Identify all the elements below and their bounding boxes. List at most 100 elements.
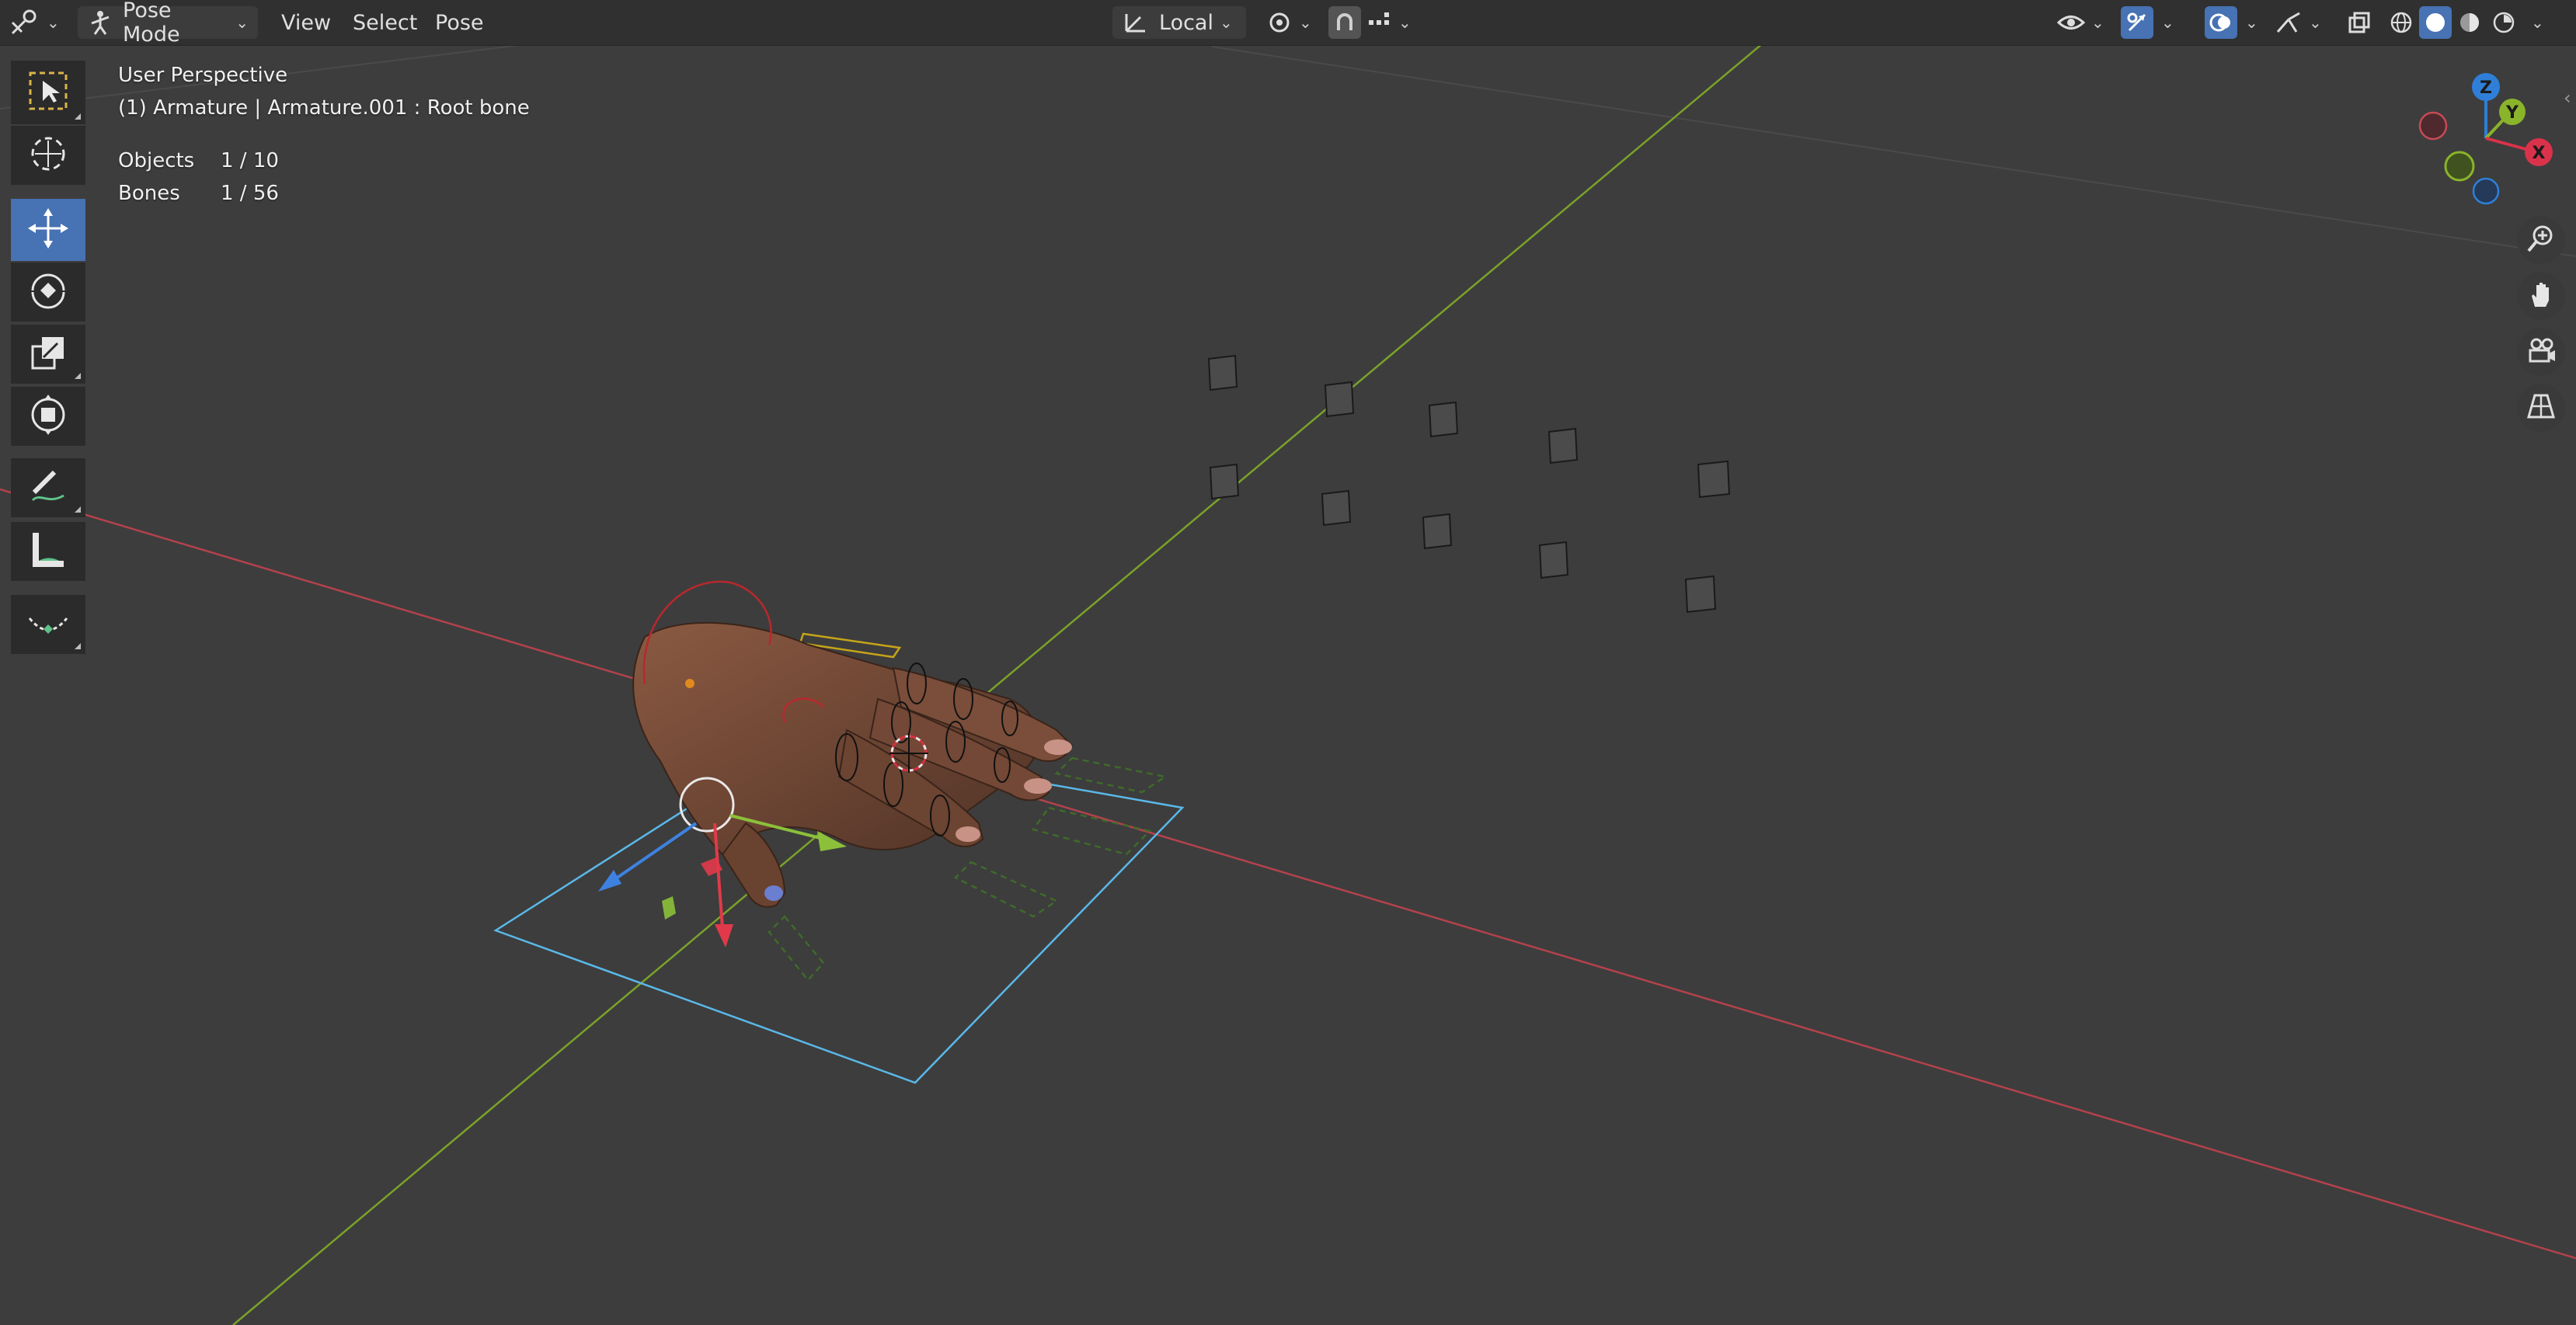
scene-canvas[interactable] xyxy=(0,0,2576,1325)
gizmo-toggle[interactable] xyxy=(2121,6,2153,39)
zoom-button[interactable] xyxy=(2517,216,2565,264)
perspective-toggle-button[interactable] xyxy=(2517,384,2565,432)
chevron-down-icon: ⌄ xyxy=(235,13,249,32)
empty-object xyxy=(1209,463,1240,500)
empty-object xyxy=(1547,427,1579,464)
gizmo-neg-y[interactable] xyxy=(2444,151,2475,182)
objects-stat-label: Objects xyxy=(118,149,195,172)
pan-button[interactable] xyxy=(2517,272,2565,320)
pose-mode-icon xyxy=(87,9,113,36)
empty-object xyxy=(1538,541,1569,579)
empty-object xyxy=(1422,513,1453,550)
zoom-icon xyxy=(2526,223,2557,257)
empty-object xyxy=(1321,489,1352,527)
material-shading-icon xyxy=(2457,10,2482,35)
xray-toggle-icon xyxy=(2347,10,2372,35)
menu-pose[interactable]: Pose xyxy=(426,6,493,39)
snap-increment-icon xyxy=(1366,11,1392,34)
shading-material[interactable] xyxy=(2453,6,2486,39)
bone-overlay-icon xyxy=(2275,10,2303,35)
snap-toggle[interactable] xyxy=(1328,6,1361,39)
menu-view[interactable]: View xyxy=(272,6,340,39)
shading-wireframe[interactable] xyxy=(2385,6,2418,39)
cursor-tool-icon xyxy=(27,133,69,178)
chevron-down-icon: ⌄ xyxy=(2309,13,2322,32)
empty-object xyxy=(1207,354,1238,391)
gizmo-toggle-icon xyxy=(2125,10,2150,35)
chevron-down-icon: ⌄ xyxy=(47,13,60,32)
x-axis-line xyxy=(0,488,2576,1260)
view-name-label: User Perspective xyxy=(118,64,288,87)
shading-dropdown[interactable]: ⌄ xyxy=(2525,6,2548,39)
chevron-down-icon: ⌄ xyxy=(2531,13,2544,32)
tool-cursor[interactable] xyxy=(11,126,85,185)
annotate-tool-icon xyxy=(26,464,70,511)
gizmo-x-label: X xyxy=(2532,144,2546,163)
tool-measure[interactable] xyxy=(11,522,85,581)
fingernail xyxy=(956,826,980,842)
solid-shading-icon xyxy=(2423,10,2448,35)
pivot-point-icon xyxy=(1266,9,1293,36)
tool-rotate[interactable] xyxy=(11,263,85,322)
viewport-header: ⌄ Pose Mode ⌄ View Select Pose Local ⌄ ⌄ xyxy=(0,0,2576,47)
tool-scale[interactable] xyxy=(11,325,85,384)
tool-relax-pose[interactable] xyxy=(11,595,85,654)
sidebar-toggle[interactable]: ‹ xyxy=(2564,87,2576,118)
fingernail xyxy=(764,885,783,901)
fingernail xyxy=(1024,778,1052,794)
empty-object xyxy=(1684,575,1717,614)
3d-viewport[interactable]: ⌄ Pose Mode ⌄ View Select Pose Local ⌄ ⌄ xyxy=(0,0,2576,1325)
transform-orientation-selector[interactable]: Local ⌄ xyxy=(1112,6,1246,39)
rendered-shading-icon xyxy=(2491,10,2516,35)
chevron-down-icon: ⌄ xyxy=(2245,13,2258,32)
shading-solid[interactable] xyxy=(2419,6,2452,39)
chevron-down-icon: ⌄ xyxy=(1299,13,1312,32)
shading-rendered[interactable] xyxy=(2487,6,2520,39)
gizmo-neg-x[interactable] xyxy=(2418,111,2448,141)
selectability-visibility-button[interactable]: ⌄ xyxy=(2057,6,2107,39)
chevron-down-icon: ⌄ xyxy=(1398,13,1412,32)
editor-type-button[interactable]: ⌄ xyxy=(9,6,65,39)
orientation-label: Local xyxy=(1159,10,1213,35)
select-box-tool-icon xyxy=(27,70,69,115)
navigation-gizmo[interactable]: Z Y X xyxy=(2408,61,2564,216)
gizmo-neg-z[interactable] xyxy=(2472,177,2500,205)
eye-visibility-icon xyxy=(2057,11,2085,34)
empty-object xyxy=(1324,381,1355,418)
mode-label: Pose Mode xyxy=(123,0,180,47)
tool-annotate[interactable] xyxy=(11,458,85,517)
move-tool-icon xyxy=(26,207,70,253)
y-axis-line xyxy=(232,23,1788,1325)
empty-objects xyxy=(1207,354,1731,614)
snap-magnet-icon xyxy=(1332,10,1357,35)
grid-line xyxy=(1211,46,2576,257)
gizmo-z-label: Z xyxy=(2480,78,2492,98)
armature-editor-icon xyxy=(9,9,40,37)
pivot-point-button[interactable]: ⌄ xyxy=(1266,6,1316,39)
snap-target-button[interactable]: ⌄ xyxy=(1366,6,1417,39)
tool-submenu-corner xyxy=(75,373,81,379)
chevron-down-icon: ⌄ xyxy=(2161,13,2174,32)
measure-tool-icon xyxy=(26,528,70,575)
gizmo-dropdown[interactable]: ⌄ xyxy=(2155,6,2178,39)
rotate-tool-icon xyxy=(26,269,70,315)
scale-tool-icon xyxy=(28,332,68,376)
chevron-down-icon: ⌄ xyxy=(2091,13,2104,32)
menu-select[interactable]: Select xyxy=(343,6,426,39)
tool-transform[interactable] xyxy=(11,387,85,446)
xray-toggle[interactable] xyxy=(2343,6,2376,39)
bones-stat-value: 1 / 56 xyxy=(221,182,279,205)
transform-tool-icon xyxy=(26,393,70,440)
overlays-dropdown[interactable]: ⌄ xyxy=(2239,6,2262,39)
bone-overlay-button[interactable]: ⌄ xyxy=(2275,6,2334,39)
empty-object xyxy=(1428,401,1459,438)
overlays-toggle[interactable] xyxy=(2205,6,2237,39)
chevron-down-icon: ⌄ xyxy=(1219,13,1233,32)
camera-view-button[interactable] xyxy=(2517,328,2565,376)
selection-info-label: (1) Armature | Armature.001 : Root bone xyxy=(118,96,530,120)
tool-move[interactable] xyxy=(11,199,85,261)
mode-selector[interactable]: Pose Mode ⌄ xyxy=(78,0,258,47)
tool-select-box[interactable] xyxy=(11,61,85,124)
hand-pan-icon xyxy=(2526,279,2557,313)
relax-pose-tool-icon xyxy=(26,601,70,648)
